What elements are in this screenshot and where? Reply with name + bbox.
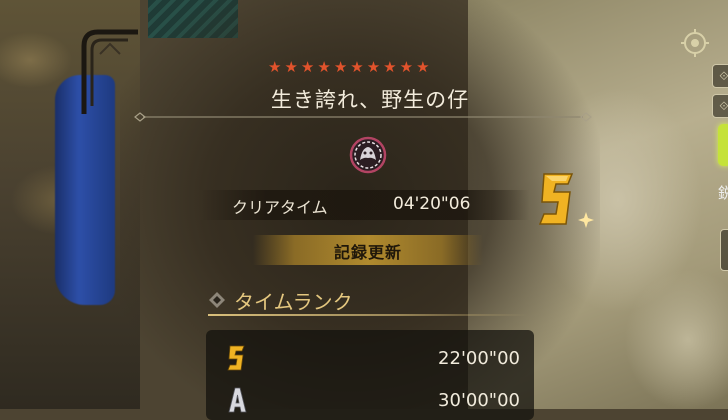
rank-a-icon [228, 387, 247, 413]
hud-chip-icon: ⟐ [712, 94, 728, 118]
rank-time: 22'00"00 [438, 348, 520, 369]
star-icon: ★ [300, 58, 315, 76]
hud-side-label: 鋭 [718, 184, 728, 202]
star-icon: ★ [284, 58, 298, 76]
star-icon: ★ [416, 58, 430, 76]
star-icon: ★ [366, 58, 381, 76]
time-rank-section-icon [209, 292, 225, 308]
hud-slot-icon [720, 229, 728, 271]
star-icon: ★ [399, 58, 414, 76]
hud-chip-icon: ⟐ [712, 64, 728, 88]
clear-time-label: クリアタイム [232, 198, 328, 217]
quest-stars: ★ ★ ★ ★ ★ ★ ★ ★ ★ ★ [268, 60, 430, 75]
star-icon: ★ [317, 58, 331, 76]
section-divider [208, 314, 528, 316]
star-icon: ★ [268, 58, 282, 76]
monster-icon [349, 136, 387, 174]
table-row: 22'00"00 [206, 338, 534, 374]
s-rank-badge-icon [538, 173, 594, 228]
gauge-icon [718, 124, 728, 166]
star-icon: ★ [383, 58, 397, 76]
time-rank-table: 22'00"00 30'00"00 [206, 330, 534, 420]
frame-corner-ornament [81, 29, 138, 114]
quest-title: 生き誇れ、野生の仔 [270, 88, 470, 112]
time-rank-title: タイムランク [234, 290, 353, 314]
star-icon: ★ [350, 58, 364, 76]
table-row: 30'00"00 [206, 380, 534, 416]
star-icon: ★ [333, 58, 348, 76]
clear-time-value: 04'20"06 [393, 194, 471, 214]
rank-time: 30'00"00 [438, 390, 520, 411]
side-hud: ⟐ ⟐ 鋭 [676, 24, 728, 284]
title-divider [134, 112, 592, 122]
compass-gear-icon [681, 29, 709, 57]
rank-s-icon [227, 345, 245, 371]
record-updated-label: 記録更新 [333, 243, 402, 262]
